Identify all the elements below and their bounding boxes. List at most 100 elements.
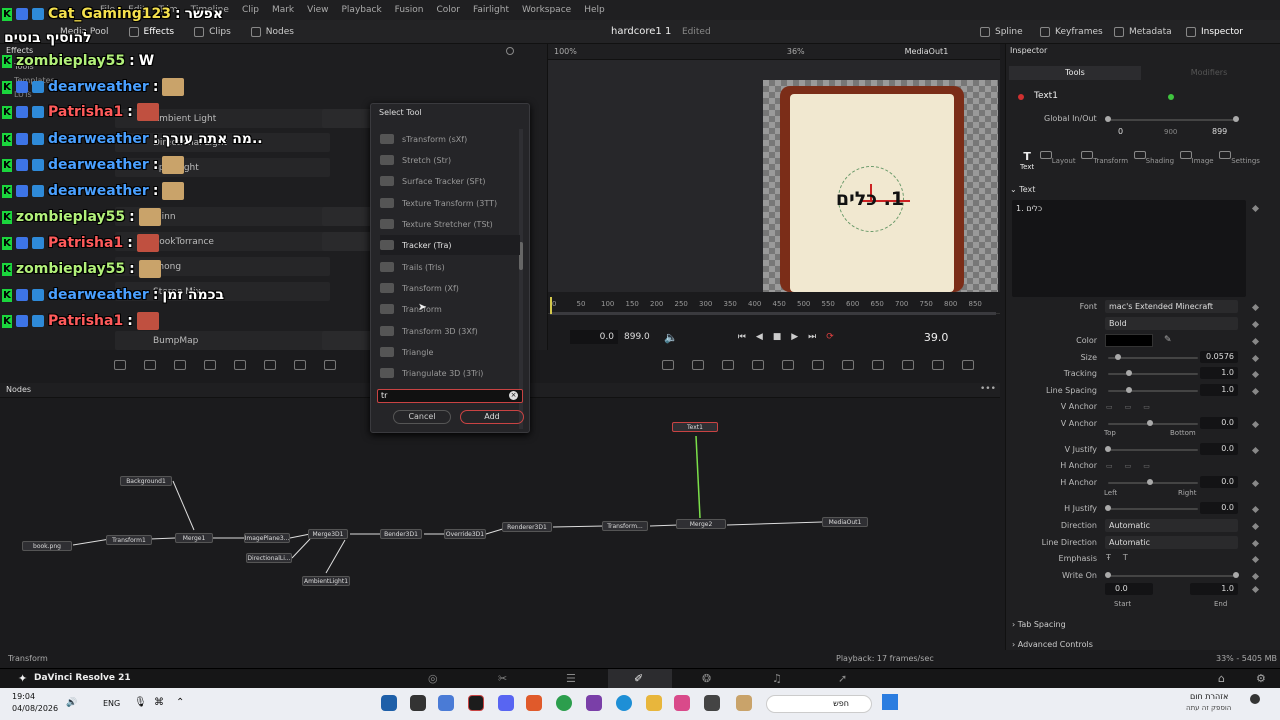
chat-username[interactable]: zombieplay55 xyxy=(16,261,125,277)
tool-icon[interactable] xyxy=(294,360,306,370)
tool-item[interactable]: Transform 3D (3Xf) xyxy=(380,321,520,341)
tracking-slider[interactable] xyxy=(1108,373,1198,375)
tool-icon[interactable] xyxy=(932,360,944,370)
tool-icon[interactable] xyxy=(722,360,734,370)
direction-dropdown[interactable]: Automatic xyxy=(1105,519,1238,532)
font-style-dropdown[interactable]: Bold xyxy=(1105,317,1238,330)
list-item-thumb[interactable] xyxy=(322,331,372,350)
tool-icon[interactable] xyxy=(662,360,674,370)
chat-username[interactable]: dearweather xyxy=(48,157,149,173)
menu-item[interactable]: Playback xyxy=(342,5,382,15)
h-anchor-slider-knob[interactable] xyxy=(1147,479,1153,485)
v-anchor-slider-knob[interactable] xyxy=(1147,420,1153,426)
tracking-slider-knob[interactable] xyxy=(1126,370,1132,376)
tool-item[interactable]: Trails (Trls) xyxy=(380,257,520,277)
list-item-thumb[interactable] xyxy=(322,207,372,226)
edge-icon[interactable] xyxy=(616,695,632,711)
tool-icon[interactable] xyxy=(264,360,276,370)
global-out-value[interactable]: 899 xyxy=(1212,127,1227,136)
global-out-handle[interactable] xyxy=(1233,116,1239,122)
node-ambientlight1[interactable]: AmbientLight1 xyxy=(302,576,350,586)
add-button[interactable]: Add xyxy=(460,410,524,424)
node-directionallight[interactable]: DirectionalLi... xyxy=(246,553,292,563)
node-renderer3d1[interactable]: Renderer3D1 xyxy=(502,522,552,532)
play-reverse-icon[interactable]: ◀ xyxy=(756,332,763,342)
tab-modifiers[interactable]: Modifiers xyxy=(1141,66,1277,80)
eyedropper-icon[interactable]: ✎ xyxy=(1164,335,1172,345)
h-justify-value[interactable]: 0.0 xyxy=(1200,502,1238,514)
size-slider[interactable] xyxy=(1108,357,1198,359)
h-anchor-value[interactable]: 0.0 xyxy=(1200,476,1238,488)
write-on-end-handle[interactable] xyxy=(1233,572,1239,578)
v-anchor-buttons[interactable]: ▭▭▭ xyxy=(1106,403,1166,411)
global-inout-slider[interactable] xyxy=(1108,119,1236,121)
subtab-text[interactable]: T Text xyxy=(1020,150,1034,180)
tool-item[interactable]: Triangle xyxy=(380,342,520,362)
section-text-header[interactable]: ⌄ Text xyxy=(1010,185,1035,194)
clear-search-icon[interactable]: × xyxy=(509,391,518,400)
subtab-layout[interactable]: Layout xyxy=(1039,150,1076,180)
chat-username[interactable]: dearweather xyxy=(48,183,149,199)
chat-username[interactable]: dearweather xyxy=(48,79,149,95)
emphasis-buttons[interactable]: ŦT xyxy=(1106,553,1140,562)
tool-icon[interactable] xyxy=(114,360,126,370)
tool-item[interactable]: Transform xyxy=(380,299,520,319)
h-justify-slider-knob[interactable] xyxy=(1105,505,1111,511)
tool-icon[interactable] xyxy=(902,360,914,370)
tool-icon[interactable] xyxy=(692,360,704,370)
tool-icon[interactable] xyxy=(234,360,246,370)
tool-item[interactable]: Triangulate 3D (3Tri) xyxy=(380,363,520,383)
node-transform[interactable]: Transform... xyxy=(602,521,648,531)
loop-icon[interactable]: ⟳ xyxy=(826,332,834,342)
tool-icon[interactable] xyxy=(752,360,764,370)
taskbar-app-icon[interactable] xyxy=(704,695,720,711)
chat-username[interactable]: dearweather xyxy=(48,287,149,303)
v-justify-value[interactable]: 0.0 xyxy=(1200,443,1238,455)
page-fairlight-icon[interactable]: ♫ xyxy=(772,672,782,685)
tool-search-input[interactable]: tr xyxy=(377,389,523,403)
inspector-button[interactable]: Inspector xyxy=(1176,20,1253,44)
taskbar-app-icon[interactable] xyxy=(468,695,484,711)
tool-icon[interactable] xyxy=(872,360,884,370)
go-to-end-icon[interactable]: ⏭ xyxy=(808,332,816,342)
node-background1[interactable]: Background1 xyxy=(120,476,172,486)
tool-icon[interactable] xyxy=(144,360,156,370)
font-dropdown[interactable]: mac's Extended Minecraft xyxy=(1105,300,1238,313)
advanced-controls-section[interactable]: › Advanced Controls xyxy=(1012,640,1093,649)
tool-icon[interactable] xyxy=(962,360,974,370)
v-anchor-value[interactable]: 0.0 xyxy=(1200,417,1238,429)
tool-item[interactable]: Transform (Xf) xyxy=(380,278,520,298)
zoom-left[interactable]: 100% xyxy=(554,47,577,56)
node-override3d1[interactable]: Override3D1 xyxy=(444,529,486,539)
taskbar-app-icon[interactable] xyxy=(381,695,397,711)
node-merge2[interactable]: Merge2 xyxy=(676,519,726,529)
home-icon[interactable]: ⌂ xyxy=(1218,672,1225,685)
menu-item[interactable]: Color xyxy=(436,5,460,15)
taskbar-app-icon[interactable] xyxy=(438,695,454,711)
chat-username[interactable]: Patrisha1 xyxy=(48,235,123,251)
taskbar-search[interactable]: חפש xyxy=(766,695,872,713)
global-in-handle[interactable] xyxy=(1105,116,1111,122)
taskbar-app-icon[interactable] xyxy=(586,695,602,711)
global-in-value[interactable]: 0 xyxy=(1118,127,1123,136)
taskbar-app-icon[interactable] xyxy=(410,695,426,711)
taskbar-app-icon[interactable] xyxy=(526,695,542,711)
clock-date[interactable]: 04/08/2026 xyxy=(12,704,58,713)
subtab-settings[interactable]: Settings xyxy=(1219,150,1260,180)
volume-icon[interactable]: 🔈 xyxy=(664,331,678,344)
chat-username[interactable]: Patrisha1 xyxy=(48,104,123,120)
tracking-value[interactable]: 1.0 xyxy=(1200,367,1238,379)
time-end[interactable]: 899.0 xyxy=(624,332,654,342)
menu-item[interactable]: Mark xyxy=(272,5,294,15)
subtab-image[interactable]: Image xyxy=(1179,150,1214,180)
write-on-end-value[interactable]: 1.0 xyxy=(1190,583,1238,595)
tool-item[interactable]: Texture Transform (3TT) xyxy=(380,193,520,213)
menu-item[interactable]: Fusion xyxy=(395,5,424,15)
chat-username[interactable]: Patrisha1 xyxy=(48,313,123,329)
page-media-icon[interactable]: ◎ xyxy=(428,672,438,685)
chat-username[interactable]: zombieplay55 xyxy=(16,53,125,69)
page-fusion-icon[interactable]: ✐ xyxy=(634,672,643,685)
node-book-png[interactable]: book.png xyxy=(22,541,72,551)
time-ruler[interactable]: 0 50 100 150 200 250 300 350 400 450 500 550 600 650 7… xyxy=(548,292,1000,314)
zoom-right[interactable]: 36% xyxy=(787,47,805,56)
